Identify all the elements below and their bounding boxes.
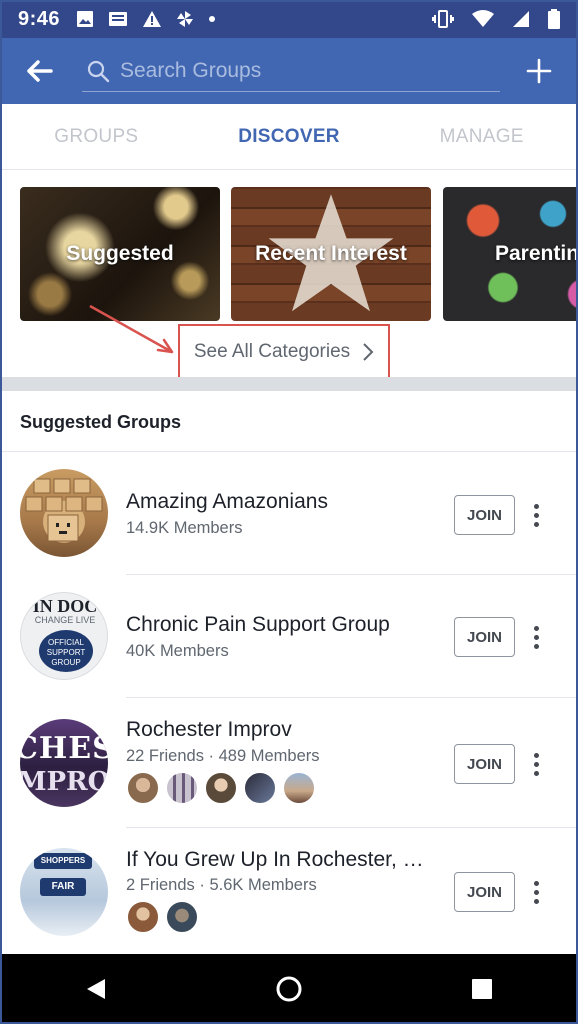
nav-recents-button[interactable] <box>452 959 512 1019</box>
join-button[interactable]: JOIN <box>454 495 515 535</box>
group-row[interactable]: CHES MPRO Rochester Improv 22 Friends · … <box>0 698 578 828</box>
annotation-arrow <box>89 304 174 354</box>
group-meta: 22 Friends · 489 Members <box>126 747 320 765</box>
dot-icon <box>209 16 216 22</box>
tab-discover[interactable]: DISCOVER <box>193 104 386 169</box>
group-row[interactable]: Amazing Amazonians 14.9K Members JOIN <box>0 452 578 575</box>
image-icon <box>77 11 94 27</box>
wifi-icon <box>472 10 494 27</box>
avatar-text: IN DOC <box>32 596 98 616</box>
battery-icon <box>548 9 560 29</box>
friend-avatar <box>165 771 199 805</box>
status-time: 9:46 <box>18 7 61 30</box>
friend-avatars <box>126 771 316 805</box>
friend-avatar <box>243 771 277 805</box>
section-title: Suggested Groups <box>20 412 182 432</box>
box-figures-graphic <box>25 478 103 542</box>
tab-groups[interactable]: GROUPS <box>0 104 193 169</box>
search-bar[interactable] <box>82 50 500 92</box>
friend-avatar <box>126 771 160 805</box>
avatar-subtext: MPRO <box>20 767 108 797</box>
see-all-label: See All Categories <box>193 340 351 362</box>
pinwheel-icon <box>177 11 194 27</box>
back-arrow-icon <box>27 60 53 82</box>
triangle-back-icon <box>87 979 106 999</box>
app-bar <box>0 38 578 104</box>
group-name: Rochester Improv <box>126 718 292 741</box>
group-name: Chronic Pain Support Group <box>126 613 390 636</box>
square-recents-icon <box>471 979 492 999</box>
group-row[interactable]: SHOPPERS FAIR If You Grew Up In Rocheste… <box>0 828 578 954</box>
group-meta: 14.9K Members <box>126 519 243 537</box>
category-label: Suggested <box>66 242 174 265</box>
avatar-text: SHOPPERS <box>34 853 92 869</box>
group-name: Amazing Amazonians <box>126 490 328 513</box>
nav-back-button[interactable] <box>66 959 126 1019</box>
circle-home-icon <box>276 976 302 1002</box>
status-bar: 9:46 <box>0 0 578 38</box>
avatar-subtext: CHANGE LIVE <box>34 615 96 625</box>
avatar-badge: OFFICIAL SUPPORT GROUP <box>39 630 93 672</box>
category-card-recent-interest[interactable]: Recent Interest <box>231 187 431 321</box>
more-options-icon[interactable] <box>526 749 546 779</box>
section-divider <box>0 377 578 391</box>
search-icon <box>87 60 110 82</box>
chevron-right-icon <box>363 342 374 361</box>
status-notification-icons <box>76 10 216 28</box>
warning-icon <box>143 11 162 27</box>
news-icon <box>109 12 128 26</box>
friend-avatar <box>204 771 238 805</box>
friend-avatars <box>126 900 199 934</box>
nav-home-button[interactable] <box>259 959 319 1019</box>
join-button[interactable]: JOIN <box>454 617 515 657</box>
group-name: If You Grew Up In Rochester, … <box>126 848 424 871</box>
status-system-icons <box>432 9 560 29</box>
plus-icon <box>526 58 552 84</box>
join-button[interactable]: JOIN <box>454 872 515 912</box>
join-button[interactable]: JOIN <box>454 744 515 784</box>
back-button[interactable] <box>0 38 80 104</box>
category-label: Parentin <box>495 242 578 265</box>
see-all-categories-button[interactable]: See All Categories <box>178 324 390 379</box>
tab-bar: GROUPS DISCOVER MANAGE <box>0 104 578 170</box>
avatar-subtext: FAIR <box>40 878 86 896</box>
group-avatar <box>20 469 108 557</box>
group-avatar: SHOPPERS FAIR <box>20 848 108 936</box>
signal-icon <box>513 11 529 27</box>
group-avatar: CHES MPRO <box>20 719 108 807</box>
system-nav-bar <box>0 954 578 1024</box>
group-row[interactable]: IN DOC CHANGE LIVE OFFICIAL SUPPORT GROU… <box>0 575 578 698</box>
category-label: Recent Interest <box>255 242 407 265</box>
friend-avatar <box>126 900 160 934</box>
group-avatar: IN DOC CHANGE LIVE OFFICIAL SUPPORT GROU… <box>20 592 108 680</box>
group-meta: 40K Members <box>126 642 229 660</box>
search-input[interactable] <box>120 58 480 83</box>
add-group-button[interactable] <box>520 52 558 90</box>
more-options-icon[interactable] <box>526 500 546 530</box>
category-card-parenting[interactable]: Parentin <box>443 187 578 321</box>
vibrate-icon <box>432 10 454 28</box>
friend-avatar <box>165 900 199 934</box>
tab-manage[interactable]: MANAGE <box>385 104 578 169</box>
friend-avatar <box>282 771 316 805</box>
more-options-icon[interactable] <box>526 622 546 652</box>
avatar-text: CHES <box>20 731 108 766</box>
group-meta: 2 Friends · 5.6K Members <box>126 876 317 894</box>
more-options-icon[interactable] <box>526 877 546 907</box>
